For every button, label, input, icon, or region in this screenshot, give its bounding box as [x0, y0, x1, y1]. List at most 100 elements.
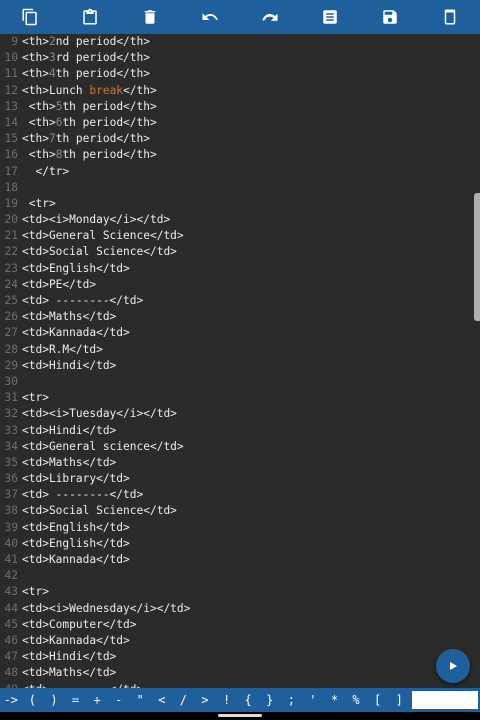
line-number: 22: [4, 245, 18, 259]
code-line[interactable]: 28 <td>R.M</td>: [0, 342, 480, 358]
symbol-key[interactable]: {: [237, 693, 259, 707]
code-line[interactable]: 24 <td>PE</td>: [0, 277, 480, 293]
code-line[interactable]: 25 <td> --------</td>: [0, 293, 480, 309]
code-line[interactable]: 40 <td>English</td>: [0, 536, 480, 552]
symbol-key[interactable]: [: [367, 693, 389, 707]
symbol-key[interactable]: ": [129, 693, 151, 707]
code-line[interactable]: 44 <td><i>Wednesday</i></td>: [0, 601, 480, 617]
code-line[interactable]: 20 <td><i>Monday</i></td>: [0, 212, 480, 228]
line-text: <td>Kannada</td>: [22, 552, 130, 568]
symbol-key[interactable]: ->: [0, 693, 22, 707]
delete-button[interactable]: [135, 2, 165, 32]
code-line[interactable]: 26 <td>Maths</td>: [0, 309, 480, 325]
symbol-key[interactable]: (: [22, 693, 44, 707]
code-line[interactable]: 10 <th>3rd period</th>: [0, 50, 480, 66]
copy-button[interactable]: [15, 2, 45, 32]
code-line[interactable]: 29 <td>Hindi</td>: [0, 358, 480, 374]
code-line[interactable]: 16 <th>8th period</th>: [0, 147, 480, 163]
code-line[interactable]: 32 <td><i>Tuesday</i></td>: [0, 406, 480, 422]
symbol-key[interactable]: *: [324, 693, 346, 707]
line-text: <tr>: [22, 390, 49, 406]
code-line[interactable]: 27 <td>Kannada</td>: [0, 325, 480, 341]
code-token: 7: [48, 132, 56, 146]
code-token: <td><i>Monday</i></td>: [22, 213, 171, 227]
symbol-key[interactable]: ]: [388, 693, 410, 707]
home-indicator[interactable]: [218, 714, 262, 717]
symbol-key[interactable]: /: [173, 693, 195, 707]
code-line[interactable]: 46 <td>Kannada</td>: [0, 633, 480, 649]
code-token: <td><i>Wednesday</i></td>: [22, 601, 191, 615]
code-token: <td>Maths</td>: [22, 666, 117, 680]
symbol-key[interactable]: ): [43, 693, 65, 707]
code-line[interactable]: 33 <td>Hindi</td>: [0, 423, 480, 439]
scroll-handle[interactable]: [474, 193, 480, 321]
code-token: <td>Hindi</td>: [22, 358, 117, 372]
clipboard-button[interactable]: [435, 2, 465, 32]
code-line[interactable]: 35 <td>Maths</td>: [0, 455, 480, 471]
code-line[interactable]: 31 <tr>: [0, 390, 480, 406]
code-line[interactable]: 36 <td>Library</td>: [0, 471, 480, 487]
symbol-key[interactable]: +: [86, 693, 108, 707]
code-line[interactable]: 13 <th>5th period</th>: [0, 99, 480, 115]
symbol-key[interactable]: >: [194, 693, 216, 707]
code-token: <td>English</td>: [22, 520, 130, 534]
code-line[interactable]: 39 <td>English</td>: [0, 520, 480, 536]
top-toolbar: [0, 0, 480, 34]
line-number: 15: [4, 132, 18, 146]
symbol-key[interactable]: %: [345, 693, 367, 707]
symbol-key[interactable]: ;: [281, 693, 303, 707]
symbol-key[interactable]: !: [216, 693, 238, 707]
format-button[interactable]: [315, 2, 345, 32]
symbol-bar: ->() = + - " < / >!{}; ' *%[]: [0, 688, 480, 712]
code-token: break: [89, 83, 124, 97]
line-text: <td><i>Tuesday</i></td>: [22, 406, 177, 422]
code-line[interactable]: 47 <td>Hindi</td>: [0, 649, 480, 665]
line-number: 19: [4, 196, 18, 210]
code-line[interactable]: 15 <th>7th period</th>: [0, 131, 480, 147]
code-line[interactable]: 21 <td>General Science</td>: [0, 228, 480, 244]
undo-button[interactable]: [195, 2, 225, 32]
line-number: 28: [4, 342, 18, 356]
code-line[interactable]: 11 <th>4th period</th>: [0, 66, 480, 82]
redo-button[interactable]: [255, 2, 285, 32]
code-line[interactable]: 14 <th>6th period</th>: [0, 115, 480, 131]
line-number: 37: [4, 488, 18, 502]
line-number: 30: [4, 374, 18, 388]
run-button[interactable]: [436, 649, 470, 683]
code-line[interactable]: 38 <td>Social Science</td>: [0, 503, 480, 519]
code-line[interactable]: 19 <tr>: [0, 196, 480, 212]
code-line[interactable]: 9 <th>2nd period</th>: [0, 34, 480, 50]
line-number: 21: [4, 229, 18, 243]
paste-button[interactable]: [75, 2, 105, 32]
code-line[interactable]: 34 <td>General science</td>: [0, 439, 480, 455]
code-line[interactable]: 12 <th>Lunch break</th>: [0, 83, 480, 99]
code-line[interactable]: 41 <td>Kannada</td>: [0, 552, 480, 568]
code-editor[interactable]: 9 <th>2nd period</th> 10 <th>3rd period</th…: [0, 34, 480, 688]
code-line[interactable]: 43 <tr>: [0, 584, 480, 600]
line-text: <td>PE</td>: [22, 277, 96, 293]
run-icon: [450, 662, 457, 670]
symbol-key[interactable]: }: [259, 693, 281, 707]
line-text: <td>Library</td>: [22, 471, 130, 487]
code-line[interactable]: 42: [0, 568, 480, 584]
code-line[interactable]: 30: [0, 374, 480, 390]
code-token: <td>R.M</td>: [22, 342, 103, 356]
symbol-key[interactable]: <: [151, 693, 173, 707]
code-line[interactable]: 17 </tr>: [0, 164, 480, 180]
symbol-input-box[interactable]: [411, 691, 478, 709]
code-line[interactable]: 23 <td>English</td>: [0, 261, 480, 277]
symbol-key[interactable]: =: [65, 693, 87, 707]
code-line[interactable]: 37 <td> --------</td>: [0, 487, 480, 503]
code-line[interactable]: 45 <td>Computer</td>: [0, 617, 480, 633]
code-token: <td>PE</td>: [22, 277, 97, 291]
code-line[interactable]: 18: [0, 180, 480, 196]
symbol-key[interactable]: -: [108, 693, 130, 707]
code-token: <td>Computer</td>: [22, 617, 137, 631]
code-token: </th>: [123, 83, 157, 97]
line-number: 48: [4, 666, 18, 680]
symbol-key[interactable]: ': [302, 693, 324, 707]
save-button[interactable]: [375, 2, 405, 32]
code-line[interactable]: 22 <td>Social Science</td>: [0, 244, 480, 260]
code-line[interactable]: 48 <td>Maths</td>: [0, 665, 480, 681]
line-number: 26: [4, 310, 18, 324]
